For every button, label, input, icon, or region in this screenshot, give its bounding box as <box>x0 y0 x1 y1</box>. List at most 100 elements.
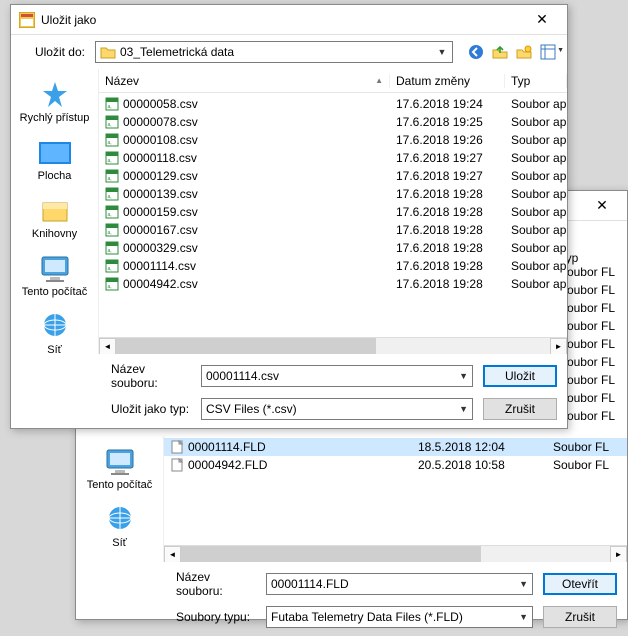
file-name: 00000058.csv <box>123 97 198 111</box>
csv-file-icon: a, <box>105 169 119 183</box>
scroll-right-icon[interactable]: ► <box>550 338 567 354</box>
file-row[interactable]: a,00001114.csv17.6.2018 19:28Soubor ap <box>99 257 567 275</box>
open-filename-label: Název souboru: <box>86 570 256 598</box>
place-network[interactable]: Síť <box>80 500 160 556</box>
file-name: 00000129.csv <box>123 169 198 183</box>
file-name: 00000078.csv <box>123 115 198 129</box>
file-name: 00000329.csv <box>123 241 198 255</box>
file-row[interactable]: 00001114.FLD18.5.2018 12:04Soubor FL <box>164 438 627 456</box>
file-row[interactable]: a,00000159.csv17.6.2018 19:28Soubor ap <box>99 203 567 221</box>
open-filetype-label: Soubory typu: <box>86 610 256 624</box>
open-cancel-button[interactable]: Zrušit <box>543 606 617 628</box>
file-name: 00000159.csv <box>123 205 198 219</box>
file-name: 00004942.FLD <box>188 458 267 472</box>
file-name: 00000108.csv <box>123 133 198 147</box>
save-filename-label: Název souboru: <box>21 362 191 390</box>
file-type: Soubor ap <box>505 133 567 147</box>
save-filetype-select[interactable]: CSV Files (*.csv)▼ <box>201 398 473 420</box>
csv-file-icon: a, <box>105 241 119 255</box>
col-type[interactable]: Typ <box>505 74 567 88</box>
file-type: Soubor ap <box>505 169 567 183</box>
file-type: Soubor ap <box>505 205 567 219</box>
new-folder-icon[interactable] <box>515 43 533 61</box>
open-filelist: 00001114.FLD18.5.2018 12:04Soubor FL0000… <box>164 436 627 562</box>
open-filetype-select[interactable]: Futaba Telemetry Data Files (*.FLD)▼ <box>266 606 533 628</box>
file-type: Soubor ap <box>505 223 567 237</box>
csv-file-icon: a, <box>105 115 119 129</box>
save-toolbar: Uložit do: 03_Telemetrická data ▼ ▼ <box>11 35 567 69</box>
col-date[interactable]: Datum změny <box>390 74 505 88</box>
file-type: Soubor FL <box>547 458 627 472</box>
save-cancel-button[interactable]: Zrušit <box>483 398 557 420</box>
place-quick-access[interactable]: Rychlý přístup <box>15 75 95 131</box>
save-in-label: Uložit do: <box>21 45 89 59</box>
file-row[interactable]: a, 00000108.csv 17.6.2018 19:26Soubor ap <box>99 131 567 149</box>
csv-file-icon: a, <box>105 277 119 291</box>
close-icon[interactable]: ✕ <box>581 194 623 218</box>
file-row[interactable]: 00004942.FLD 20.5.2018 10:58Soubor FL <box>164 456 627 474</box>
save-titlebar: Uložit jako ✕ <box>11 5 567 35</box>
back-icon[interactable] <box>467 43 485 61</box>
save-hscroll[interactable]: ◄ ► <box>99 337 567 354</box>
file-row[interactable]: a,00000329.csv17.6.2018 19:28Soubor ap <box>99 239 567 257</box>
place-computer[interactable]: Tento počítač <box>80 442 160 498</box>
file-name: 00001114.csv <box>123 259 196 273</box>
file-row[interactable]: a,00000167.csv17.6.2018 19:28Soubor ap <box>99 221 567 239</box>
view-menu-icon[interactable]: ▼ <box>539 43 557 61</box>
place-libraries[interactable]: Knihovny <box>15 191 95 247</box>
csv-file-icon: a, <box>105 151 119 165</box>
file-date: 18.5.2018 12:04 <box>412 440 547 454</box>
place-desktop[interactable]: Plocha <box>15 133 95 189</box>
csv-file-icon: a, <box>105 205 119 219</box>
file-date: 20.5.2018 10:58 <box>412 458 547 472</box>
scroll-left-icon[interactable]: ◄ <box>99 338 116 354</box>
file-date: 17.6.2018 19:28 <box>390 241 505 255</box>
svg-text:a,: a, <box>108 122 112 128</box>
up-one-level-icon[interactable] <box>491 43 509 61</box>
open-hscroll[interactable]: ◄ ► <box>164 545 627 562</box>
place-network[interactable]: Síť <box>15 307 95 363</box>
close-icon[interactable]: ✕ <box>521 8 563 32</box>
chevron-down-icon[interactable]: ▼ <box>434 42 450 62</box>
save-button[interactable]: Uložit <box>483 365 557 387</box>
svg-text:a,: a, <box>108 104 112 110</box>
csv-file-icon: a, <box>105 187 119 201</box>
file-row[interactable]: a,00000078.csv17.6.2018 19:25Soubor ap <box>99 113 567 131</box>
scroll-right-icon[interactable]: ► <box>610 546 627 562</box>
open-button[interactable]: Otevřít <box>543 573 617 595</box>
csv-file-icon: a, <box>105 133 119 147</box>
fld-file-icon <box>170 458 184 472</box>
file-date: 17.6.2018 19:24 <box>390 97 505 111</box>
place-computer[interactable]: Tento počítač <box>15 249 95 305</box>
file-type: Soubor ap <box>505 151 567 165</box>
file-row[interactable]: a,00000139.csv17.6.2018 19:28Soubor ap <box>99 185 567 203</box>
save-filename-input[interactable]: 00001114.csv▼ <box>201 365 473 387</box>
file-date: 17.6.2018 19:27 <box>390 151 505 165</box>
open-places: Tento počítač Síť <box>76 436 164 562</box>
file-date: 17.6.2018 19:28 <box>390 187 505 201</box>
folder-select[interactable]: 03_Telemetrická data ▼ <box>95 41 453 63</box>
file-row[interactable]: a,00000058.csv17.6.2018 19:24Soubor ap <box>99 95 567 113</box>
file-row[interactable]: a,00000129.csv17.6.2018 19:27Soubor ap <box>99 167 567 185</box>
place-computer-label: Tento počítač <box>16 286 94 298</box>
file-type: Soubor ap <box>505 187 567 201</box>
file-row[interactable]: a,00004942.csv17.6.2018 19:28Soubor ap <box>99 275 567 293</box>
place-computer-label: Tento počítač <box>81 479 159 491</box>
save-filetype-label: Uložit jako typ: <box>21 402 191 416</box>
folder-icon <box>100 44 116 60</box>
file-date: 17.6.2018 19:28 <box>390 259 505 273</box>
file-date: 17.6.2018 19:25 <box>390 115 505 129</box>
svg-text:a,: a, <box>108 176 112 182</box>
file-date: 17.6.2018 19:26 <box>390 133 505 147</box>
csv-file-icon: a, <box>105 97 119 111</box>
file-row[interactable]: a,00000118.csv17.6.2018 19:27Soubor ap <box>99 149 567 167</box>
open-filename-input[interactable]: 00001114.FLD▼ <box>266 573 533 595</box>
place-network-label: Síť <box>81 537 159 549</box>
file-name: 00000167.csv <box>123 223 198 237</box>
col-name[interactable]: Název▲ <box>99 74 390 88</box>
svg-text:a,: a, <box>108 158 112 164</box>
scroll-left-icon[interactable]: ◄ <box>164 546 181 562</box>
save-title: Uložit jako <box>41 13 521 27</box>
file-type: Soubor ap <box>505 259 567 273</box>
csv-file-icon: a, <box>105 223 119 237</box>
